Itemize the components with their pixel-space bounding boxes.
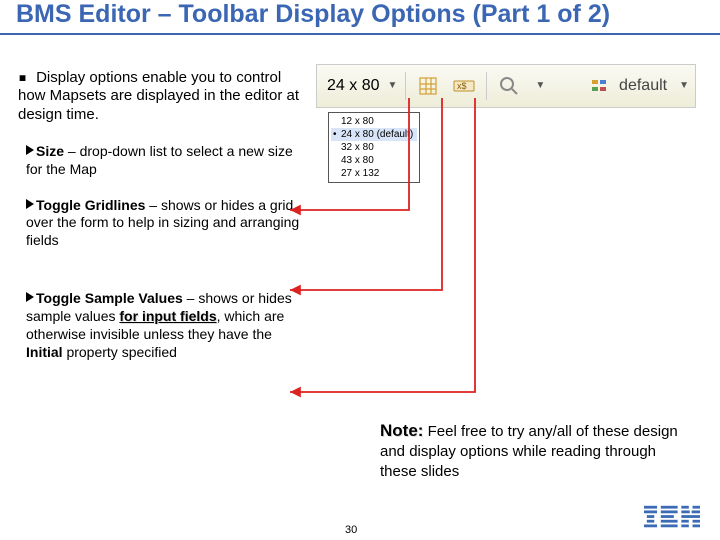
page-number: 30 (345, 524, 357, 536)
triangle-icon (26, 292, 34, 302)
dropdown-item[interactable]: 12 x 80 (331, 115, 417, 128)
bullet-square: ▪ (18, 68, 36, 86)
intro-body: Display options enable you to control ho… (18, 69, 299, 124)
magnifier-icon (499, 76, 519, 96)
bullet-size: Size – drop-down list to select a new si… (26, 143, 310, 179)
bullet-title: Size (36, 143, 64, 159)
bullet-list: Size – drop-down list to select a new si… (10, 143, 310, 362)
grid-icon (418, 76, 438, 96)
note-body: Feel free to try any/all of these design… (380, 423, 678, 480)
bullet-body-tail: property specified (63, 344, 177, 360)
bullet-gridlines: Toggle Gridlines – shows or hides a grid… (26, 197, 310, 251)
triangle-icon (26, 145, 34, 155)
bullet-sample-values: Toggle Sample Values – shows or hides sa… (26, 290, 310, 362)
content-area: ▪ Display options enable you to control … (0, 56, 720, 380)
size-dropdown-menu: 12 x 80 24 x 80 (default) 32 x 80 43 x 8… (328, 112, 420, 183)
sample-values-icon: x$ (453, 76, 475, 96)
chevron-down-icon: ▼ (679, 80, 689, 91)
toggle-sample-values-button[interactable]: x$ (450, 72, 478, 100)
ibm-logo (644, 505, 700, 534)
palette-icon (590, 77, 608, 95)
size-label: 24 x 80 (327, 77, 379, 95)
toolbar-separator (405, 72, 406, 100)
note-title: Note: (380, 421, 423, 440)
triangle-icon (26, 199, 34, 209)
zoom-button[interactable] (495, 72, 523, 100)
note: Note: Feel free to try any/all of these … (380, 420, 690, 481)
chevron-down-icon: ▼ (387, 80, 397, 91)
size-dropdown[interactable]: 24 x 80 ▼ (323, 75, 401, 97)
palette-label: default (619, 77, 667, 95)
palette-button[interactable] (589, 72, 609, 100)
dropdown-item[interactable]: 27 x 132 (331, 167, 417, 180)
toolbar: 24 x 80 ▼ x$ ▼ default ▼ (316, 64, 696, 108)
toggle-gridlines-button[interactable] (414, 72, 442, 100)
bullet-title: Toggle Sample Values (36, 290, 183, 306)
bullet-body: – drop-down list to select a new size fo… (26, 143, 293, 177)
left-column: ▪ Display options enable you to control … (10, 62, 310, 380)
toolbar-separator (486, 72, 487, 100)
intro-text: ▪ Display options enable you to control … (18, 68, 310, 125)
page-title: BMS Editor – Toolbar Display Options (Pa… (0, 0, 720, 35)
dropdown-item[interactable]: 43 x 80 (331, 154, 417, 167)
bullet-body-em: for input fields (119, 308, 216, 324)
right-column: 24 x 80 ▼ x$ ▼ default ▼ 12 x 80 (310, 62, 710, 380)
bullet-title: Toggle Gridlines (36, 197, 145, 213)
bullet-body-bold: Initial (26, 344, 63, 360)
dropdown-item[interactable]: 24 x 80 (default) (331, 128, 417, 141)
svg-text:x$: x$ (457, 81, 467, 91)
chevron-down-icon: ▼ (535, 80, 545, 91)
dropdown-item[interactable]: 32 x 80 (331, 141, 417, 154)
